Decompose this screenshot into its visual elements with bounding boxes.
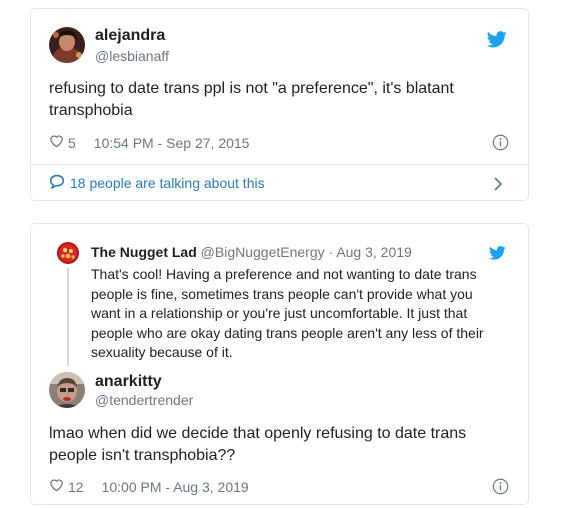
tweet-meta: 5 10:54 PM - Sep 27, 2015	[49, 134, 249, 151]
tweet-text: refusing to date trans ppl is not "a pre…	[49, 80, 454, 119]
conversation-link[interactable]: 18 people are talking about this	[49, 174, 265, 192]
quoted-header: The Nugget Lad @BigNuggetEnergy · Aug 3,…	[91, 244, 412, 260]
info-icon[interactable]	[492, 134, 509, 156]
divider	[31, 164, 528, 165]
separator-dot: ·	[328, 244, 334, 260]
like-count[interactable]: 12	[68, 479, 84, 495]
twitter-bird-icon[interactable]	[486, 31, 507, 53]
avatar[interactable]	[49, 27, 85, 63]
author-handle[interactable]: @lesbianaff	[95, 48, 169, 64]
avatar[interactable]	[49, 372, 85, 408]
like-count[interactable]: 5	[68, 135, 76, 151]
author-handle[interactable]: @tendertrender	[95, 392, 193, 408]
info-icon[interactable]	[492, 478, 509, 500]
author-name[interactable]: alejandra	[95, 27, 165, 45]
quoted-author-handle[interactable]: @BigNuggetEnergy	[201, 244, 325, 260]
quoted-author-name[interactable]: The Nugget Lad	[91, 244, 197, 260]
timestamp[interactable]: 10:54 PM - Sep 27, 2015	[94, 135, 250, 151]
tweet-card-anarkitty: The Nugget Lad @BigNuggetEnergy · Aug 3,…	[30, 223, 529, 505]
thread-line	[67, 268, 69, 366]
twitter-bird-icon[interactable]	[488, 246, 506, 265]
tweet-text: lmao when did we decide that openly refu…	[49, 425, 467, 464]
heart-icon[interactable]	[49, 478, 64, 495]
page: alejandra @lesbianaff refusing to date t…	[0, 0, 583, 508]
author-name[interactable]: anarkitty	[95, 373, 162, 391]
heart-icon[interactable]	[49, 134, 64, 151]
quoted-date[interactable]: Aug 3, 2019	[336, 244, 412, 260]
quoted-tweet-text: That's cool! Having a preference and not…	[91, 266, 484, 360]
timestamp[interactable]: 10:00 PM - Aug 3, 2019	[102, 479, 249, 495]
quoted-avatar[interactable]	[57, 242, 79, 264]
tweet-meta: 12 10:00 PM - Aug 3, 2019	[49, 478, 249, 495]
chevron-right-icon[interactable]	[493, 177, 503, 196]
talking-count-label[interactable]: 18 people are talking about this	[70, 175, 265, 191]
speech-bubble-icon	[49, 174, 65, 192]
tweet-card-alejandra: alejandra @lesbianaff refusing to date t…	[30, 8, 529, 201]
